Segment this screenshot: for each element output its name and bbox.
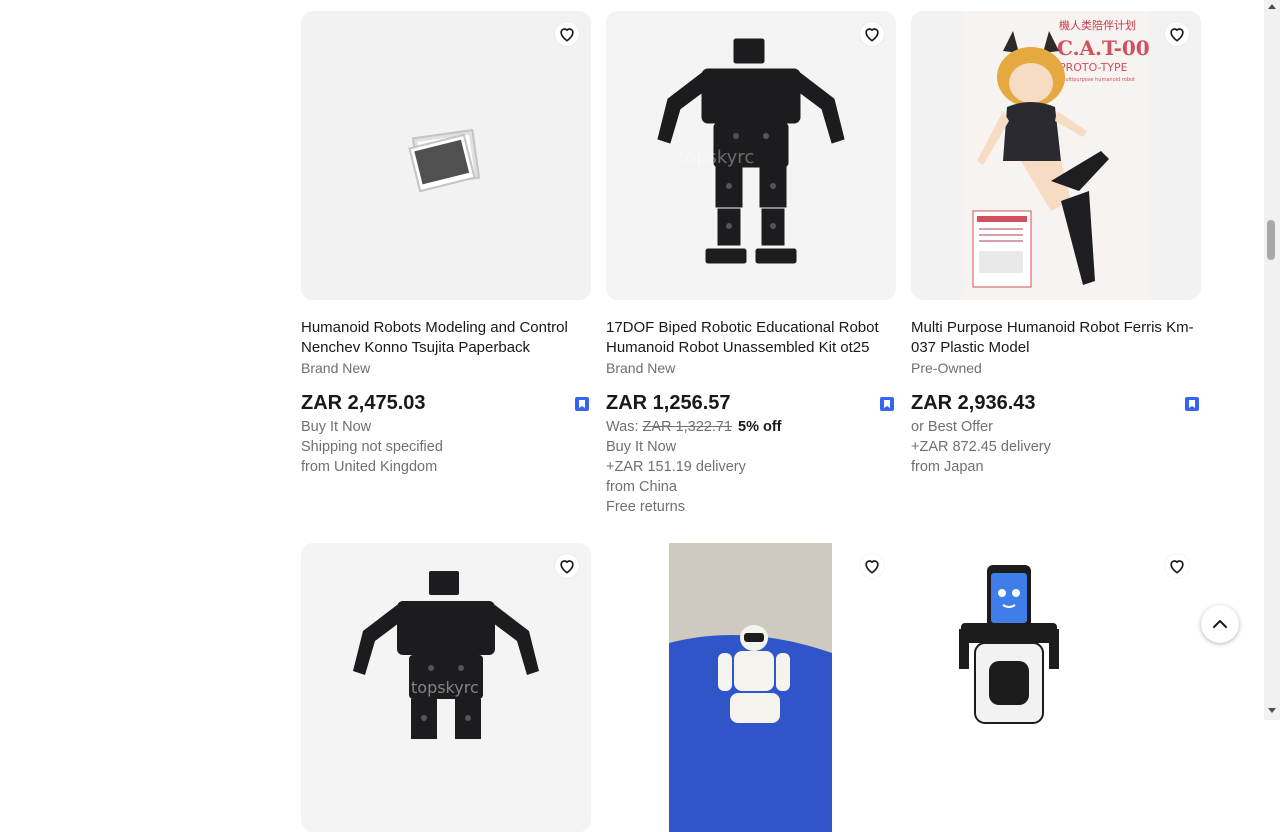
listing-best-offer: or Best Offer [911, 419, 993, 435]
heart-icon [560, 560, 574, 574]
listing-price: ZAR 2,475.03 [301, 392, 426, 414]
watchlist-heart-button[interactable] [860, 554, 884, 578]
listing-format: Buy It Now [606, 439, 677, 455]
scroll-up-arrow-icon[interactable] [1268, 4, 1276, 9]
box-desc-text: Multipurpose humanoid robot [1061, 77, 1135, 83]
listing-condition: Brand New [606, 360, 676, 376]
listing-price: ZAR 1,256.57 [606, 392, 731, 414]
listing-shipping: +ZAR 872.45 delivery [911, 439, 1051, 455]
promoted-badge-icon [575, 397, 589, 411]
watchlist-heart-button[interactable] [860, 22, 884, 46]
scroll-down-arrow-icon[interactable] [1268, 708, 1276, 713]
listing-condition: Brand New [301, 360, 371, 376]
placeholder-photo-icon [408, 128, 481, 193]
watchlist-heart-button[interactable] [555, 554, 579, 578]
listing-image[interactable] [606, 543, 896, 832]
listing-image[interactable]: topskyrc [301, 543, 591, 832]
back-to-top-button[interactable] [1201, 605, 1239, 643]
promoted-badge-icon [1185, 397, 1199, 411]
chevron-up-icon [1213, 620, 1227, 628]
discount-percent: 5% off [738, 419, 782, 435]
listing-image[interactable] [301, 11, 591, 300]
heart-icon [865, 560, 879, 574]
heart-icon [1170, 28, 1184, 42]
listing-title-link[interactable]: 17DOF Biped Robotic Educational Robot Hu… [606, 318, 896, 358]
scrollbar-thumb[interactable] [1267, 220, 1275, 260]
promoted-badge-icon [880, 397, 894, 411]
heart-icon [560, 28, 574, 42]
watermark-text: topskyrc [411, 678, 479, 697]
model-kit-box-photo: 機人类陪伴计划 C.A.T-00 PROTO-TYPE Multipurpose… [963, 11, 1150, 300]
listing-returns: Free returns [606, 499, 685, 515]
listing-price: ZAR 2,936.43 [911, 392, 1036, 414]
listing-title-link[interactable]: Multi Purpose Humanoid Robot Ferris Km-0… [911, 318, 1201, 358]
listing-title-link[interactable]: Humanoid Robots Modeling and Control Nen… [301, 318, 591, 358]
was-price: ZAR 1,322.71 [642, 419, 733, 435]
biped-robot-photo: topskyrc [657, 38, 845, 264]
asimo-figure-photo [669, 543, 832, 832]
box-sub-text: PROTO-TYPE [1059, 61, 1128, 74]
page-scrollbar[interactable] [1264, 0, 1280, 720]
listing-format: Buy It Now [301, 419, 372, 435]
was-label: Was: [606, 419, 643, 435]
listing-was-price: Was: ZAR 1,322.71 5% off [606, 417, 782, 437]
listing-shipping: +ZAR 151.19 delivery [606, 459, 746, 475]
listing-shipping: Shipping not specified [301, 439, 443, 455]
watchlist-heart-button[interactable] [1165, 554, 1189, 578]
listing-location: from China [606, 479, 677, 495]
listing-location: from United Kingdom [301, 459, 438, 475]
heart-icon [1170, 560, 1184, 574]
watchlist-heart-button[interactable] [1165, 22, 1189, 46]
biped-robot-photo: topskyrc [353, 571, 539, 739]
listing-image[interactable]: topskyrc [606, 11, 896, 300]
tablet-robot-photo [959, 565, 1059, 724]
listing-image[interactable]: 機人类陪伴计划 C.A.T-00 PROTO-TYPE Multipurpose… [911, 11, 1201, 300]
watchlist-heart-button[interactable] [555, 22, 579, 46]
listing-image[interactable] [911, 543, 1201, 832]
box-name-text: C.A.T-00 [1057, 36, 1150, 60]
listing-location: from Japan [911, 459, 984, 475]
watermark-text: topskyrc [678, 147, 754, 168]
listing-condition: Pre-Owned [911, 360, 982, 376]
box-top-text: 機人类陪伴计划 [1059, 18, 1136, 32]
heart-icon [865, 28, 879, 42]
